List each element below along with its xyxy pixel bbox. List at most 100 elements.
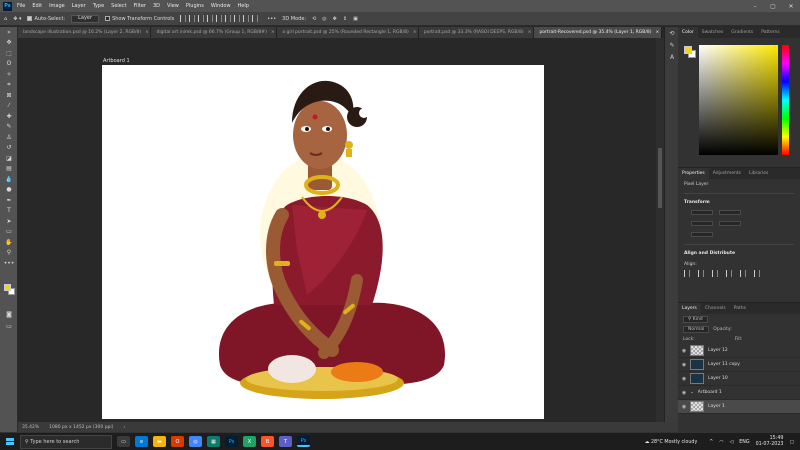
- tab-libraries[interactable]: Libraries: [745, 168, 772, 179]
- tab-girl-portrait[interactable]: a girl portrait.psd @ 25% (Rounded Recta…: [277, 27, 419, 38]
- notification-icon[interactable]: ▢: [789, 440, 794, 445]
- align-top-icon[interactable]: [726, 270, 732, 277]
- zoom-tool-icon[interactable]: ⚲: [0, 248, 18, 259]
- chrome-icon[interactable]: ◎: [189, 436, 202, 447]
- file-explorer-icon[interactable]: ▬: [153, 436, 166, 447]
- healing-brush-icon[interactable]: ✚: [0, 111, 18, 122]
- 3d-slide-icon[interactable]: ⇕: [343, 16, 347, 22]
- height-field[interactable]: [691, 221, 713, 226]
- tab-gradients[interactable]: Gradients: [727, 27, 757, 38]
- tab-landscape[interactable]: landscape illustration.psd @ 16.2% (Laye…: [18, 27, 152, 38]
- tab-color[interactable]: Color: [678, 27, 698, 38]
- align-left-icon[interactable]: [684, 270, 690, 277]
- distribute-icon[interactable]: [234, 15, 241, 22]
- auto-select-dropdown[interactable]: Layer: [71, 14, 100, 23]
- weather-widget[interactable]: ☁ 28°C Mostly cloudy: [645, 440, 698, 445]
- tab-channels[interactable]: Channels: [701, 303, 730, 314]
- eraser-tool-icon[interactable]: ◪: [0, 153, 18, 164]
- transform-controls-checkbox[interactable]: Show Transform Controls: [105, 16, 174, 22]
- character-icon[interactable]: A: [665, 51, 679, 63]
- tab-layers[interactable]: Layers: [678, 303, 701, 314]
- artboard-group-row[interactable]: ◉ ⌄ Artboard 1: [678, 386, 800, 400]
- store-icon[interactable]: ▦: [207, 436, 220, 447]
- close-icon[interactable]: ×: [145, 30, 149, 35]
- layer-row[interactable]: ◉ Layer 12: [678, 344, 800, 358]
- auto-select-checkbox[interactable]: Auto-Select:: [27, 16, 65, 22]
- visibility-eye-icon[interactable]: ◉: [678, 362, 690, 368]
- distribute-v-icon[interactable]: [252, 15, 259, 22]
- align-center-icon[interactable]: [189, 15, 196, 22]
- layer-row[interactable]: ◉ Layer 10: [678, 372, 800, 386]
- teams-icon[interactable]: T: [279, 436, 292, 447]
- color-field[interactable]: [699, 45, 778, 155]
- align-left-icon[interactable]: [180, 15, 187, 22]
- screen-mode-icon[interactable]: ▭: [0, 321, 18, 332]
- artboard[interactable]: [102, 65, 544, 419]
- foreground-color-swatch[interactable]: [4, 284, 11, 291]
- minimize-icon[interactable]: –: [746, 0, 764, 12]
- x-field[interactable]: [719, 210, 741, 215]
- path-select-icon[interactable]: ➤: [0, 216, 18, 227]
- 3d-rotate-icon[interactable]: ⟲: [312, 16, 316, 22]
- wifi-icon[interactable]: ◠: [719, 440, 723, 445]
- pen-tool-icon[interactable]: ✒: [0, 195, 18, 206]
- align-bottom-icon[interactable]: [225, 15, 232, 22]
- layer-row[interactable]: ◉ Layer 11 copy: [678, 358, 800, 372]
- panel-foreground-swatch[interactable]: [684, 46, 692, 54]
- menu-layer[interactable]: Layer: [72, 3, 86, 9]
- tab-patterns[interactable]: Patterns: [757, 27, 784, 38]
- blend-mode-dropdown[interactable]: Normal: [683, 325, 710, 333]
- menu-file[interactable]: File: [17, 3, 25, 9]
- task-view-icon[interactable]: ▭: [117, 436, 130, 447]
- align-middle-icon[interactable]: [216, 15, 223, 22]
- brush-tool-icon[interactable]: ✎: [0, 122, 18, 133]
- windows-start-icon[interactable]: [0, 433, 20, 450]
- hand-tool-icon[interactable]: ✋: [0, 237, 18, 248]
- tray-chevron-icon[interactable]: ^: [709, 440, 713, 445]
- close-icon[interactable]: ×: [656, 30, 660, 35]
- y-field[interactable]: [719, 221, 741, 226]
- menu-image[interactable]: Image: [49, 3, 65, 9]
- tab-digital-art[interactable]: digital art inimk.psd @ 66.7% (Group 1, …: [151, 27, 278, 38]
- visibility-eye-icon[interactable]: ◉: [678, 404, 690, 410]
- volume-icon[interactable]: ◁: [730, 440, 734, 445]
- collapse-icon[interactable]: »: [0, 27, 18, 38]
- visibility-eye-icon[interactable]: ◉: [678, 390, 690, 396]
- gradient-tool-icon[interactable]: ▤: [0, 164, 18, 175]
- tab-portrait-recovered[interactable]: portrait-Recovered.psd @ 35.4% (Layer 1,…: [534, 27, 662, 38]
- chevron-down-icon[interactable]: ⌄: [690, 390, 694, 395]
- more-options-icon[interactable]: •••: [267, 16, 276, 22]
- menu-plugins[interactable]: Plugins: [186, 3, 204, 9]
- close-icon[interactable]: ×: [271, 30, 275, 35]
- taskbar-search[interactable]: ⚲ Type here to search: [20, 434, 112, 449]
- visibility-eye-icon[interactable]: ◉: [678, 376, 690, 382]
- align-middle-icon[interactable]: [740, 270, 746, 277]
- status-expand-icon[interactable]: ›: [123, 425, 125, 430]
- photoshop-taskbar-icon[interactable]: Ps: [225, 436, 238, 447]
- align-heading[interactable]: Align and Distribute: [678, 248, 800, 259]
- 3d-roll-icon[interactable]: ◎: [322, 16, 326, 22]
- tab-adjustments[interactable]: Adjustments: [709, 168, 745, 179]
- eyedropper-icon[interactable]: ⁄: [0, 101, 18, 112]
- layer-row-selected[interactable]: ◉ Layer 1: [678, 400, 800, 414]
- quick-mask-icon[interactable]: ◙: [0, 309, 18, 320]
- menu-edit[interactable]: Edit: [32, 3, 42, 9]
- menu-type[interactable]: Type: [93, 3, 104, 9]
- magic-wand-icon[interactable]: ✧: [0, 69, 18, 80]
- 3d-drag-icon[interactable]: ✥: [333, 16, 337, 22]
- close-icon[interactable]: ×: [413, 30, 417, 35]
- menu-select[interactable]: Select: [111, 3, 126, 9]
- history-icon[interactable]: ⟲: [665, 27, 679, 39]
- vertical-scrollbar[interactable]: [656, 38, 664, 422]
- maximize-icon[interactable]: ▢: [764, 0, 782, 12]
- lasso-tool-icon[interactable]: ʘ: [0, 59, 18, 70]
- edge-icon[interactable]: e: [135, 436, 148, 447]
- distribute-h-icon[interactable]: [243, 15, 250, 22]
- move-tool-icon[interactable]: ✥ ▾: [13, 16, 21, 22]
- office-icon[interactable]: O: [171, 436, 184, 447]
- type-tool-icon[interactable]: T: [0, 206, 18, 217]
- marquee-tool-icon[interactable]: ⬚: [0, 48, 18, 59]
- menu-window[interactable]: Window: [211, 3, 231, 9]
- align-right-icon[interactable]: [712, 270, 718, 277]
- shape-tool-icon[interactable]: ▭: [0, 227, 18, 238]
